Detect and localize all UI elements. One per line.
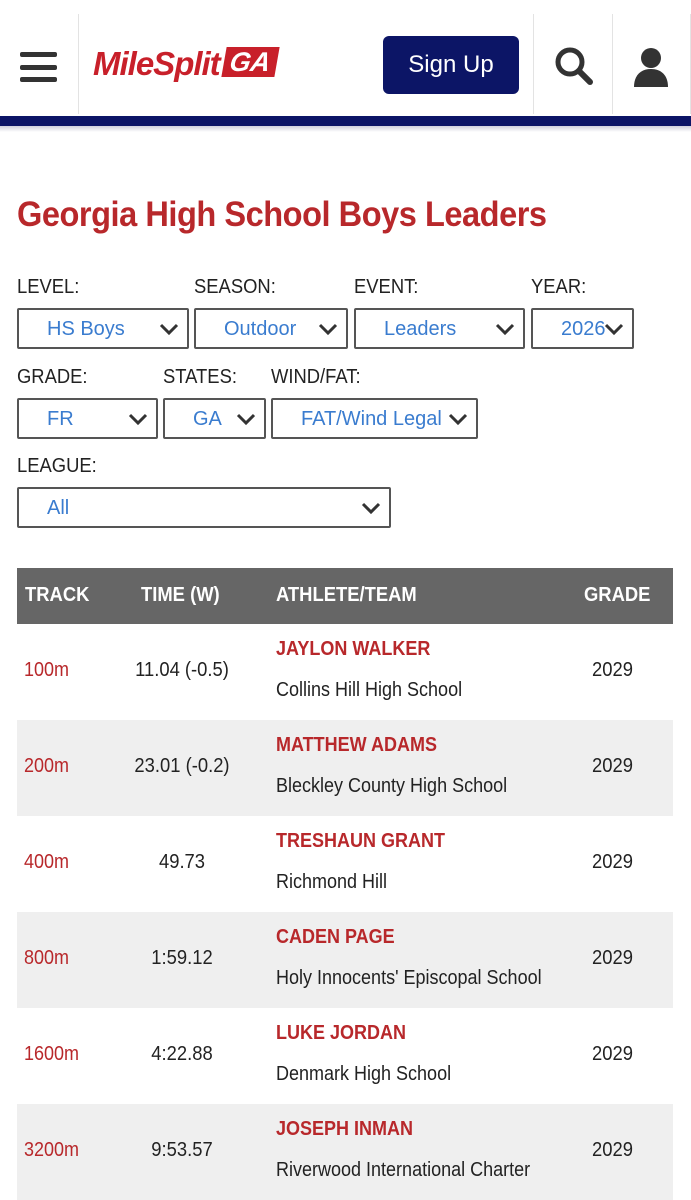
- event-link[interactable]: 100m: [24, 659, 69, 682]
- table-row: 1600m 4:22.88 LUKE JORDAN Denmark High S…: [17, 1008, 673, 1104]
- year-select[interactable]: 2026: [531, 308, 634, 349]
- header-shadow: [0, 126, 691, 132]
- hamburger-menu-icon[interactable]: [20, 52, 57, 82]
- athlete-link[interactable]: TRESHAUN GRANT: [276, 830, 445, 853]
- states-select[interactable]: GA: [163, 398, 266, 439]
- user-cell: [613, 14, 691, 114]
- grade-value: FR: [47, 408, 74, 430]
- states-value: GA: [193, 408, 222, 430]
- table-row: 800m 1:59.12 CADEN PAGE Holy Innocents' …: [17, 912, 673, 1008]
- level-label: LEVEL:: [17, 276, 80, 298]
- grade-value: 2029: [592, 755, 633, 777]
- states-label: STATES:: [163, 366, 237, 388]
- chevron-down-icon: [318, 323, 338, 336]
- grade-value: 2029: [592, 1043, 633, 1065]
- event-link[interactable]: 200m: [24, 755, 69, 778]
- wind-fat-label: WIND/FAT:: [271, 366, 361, 388]
- athlete-link[interactable]: LUKE JORDAN: [276, 1022, 406, 1045]
- athlete-link[interactable]: CADEN PAGE: [276, 926, 395, 949]
- chevron-down-icon: [159, 323, 179, 336]
- team-name[interactable]: Holy Innocents' Episcopal School: [276, 967, 542, 990]
- grade-value: 2029: [592, 1139, 633, 1161]
- search-cell: [533, 14, 613, 114]
- team-name[interactable]: Riverwood International Charter: [276, 1159, 530, 1182]
- grade-label: GRADE:: [17, 366, 88, 388]
- logo-text: MileSplit: [93, 45, 221, 82]
- time-value: 49.73: [158, 851, 206, 873]
- table-row: 3200m 9:53.57 JOSEPH INMAN Riverwood Int…: [17, 1104, 673, 1200]
- event-link[interactable]: 3200m: [24, 1139, 79, 1162]
- team-name[interactable]: Richmond Hill: [276, 871, 387, 894]
- page-title: Georgia High School Boys Leaders: [17, 195, 547, 234]
- chevron-down-icon: [361, 502, 381, 515]
- grade-value: 2029: [592, 947, 633, 969]
- league-label: LEAGUE:: [17, 455, 97, 477]
- column-header-athlete[interactable]: ATHLETE/TEAM: [276, 584, 417, 607]
- event-label: EVENT:: [354, 276, 419, 298]
- chevron-down-icon: [604, 323, 624, 336]
- search-icon[interactable]: [554, 46, 594, 86]
- chevron-down-icon: [128, 413, 148, 426]
- athlete-link[interactable]: MATTHEW ADAMS: [276, 734, 437, 757]
- time-value: 4:22.88: [151, 1043, 213, 1065]
- league-value: All: [47, 497, 70, 519]
- chevron-down-icon: [236, 413, 256, 426]
- team-name[interactable]: Collins Hill High School: [276, 679, 462, 702]
- table-row: 200m 23.01 (-0.2) MATTHEW ADAMS Bleckley…: [17, 720, 673, 816]
- column-header-time[interactable]: TIME (W): [141, 584, 220, 607]
- year-label: YEAR:: [531, 276, 587, 298]
- league-select[interactable]: All: [17, 487, 391, 528]
- header-accent-bar: [0, 116, 691, 126]
- chevron-down-icon: [448, 413, 468, 426]
- event-select[interactable]: Leaders: [354, 308, 525, 349]
- logo-state-badge: GA: [221, 47, 279, 77]
- site-header: MileSplit GA Sign Up: [0, 0, 691, 118]
- time-value: 9:53.57: [151, 1139, 213, 1161]
- grade-value: 2029: [592, 659, 633, 681]
- event-link[interactable]: 400m: [24, 851, 69, 874]
- team-name[interactable]: Bleckley County High School: [276, 775, 507, 798]
- season-label: SEASON:: [194, 276, 276, 298]
- column-header-grade[interactable]: GRADE: [584, 584, 650, 607]
- wind-fat-value: FAT/Wind Legal: [301, 408, 442, 430]
- menu-cell: [0, 14, 79, 114]
- event-link[interactable]: 800m: [24, 947, 69, 970]
- team-name[interactable]: Denmark High School: [276, 1063, 451, 1086]
- athlete-link[interactable]: JOSEPH INMAN: [276, 1118, 413, 1141]
- time-value: 11.04 (-0.5): [135, 659, 229, 681]
- column-header-track[interactable]: TRACK: [25, 584, 89, 607]
- chevron-down-icon: [495, 323, 515, 336]
- event-value: Leaders: [384, 318, 457, 340]
- year-value: 2026: [561, 318, 606, 340]
- user-account-icon[interactable]: [633, 46, 669, 88]
- table-row: 400m 49.73 TRESHAUN GRANT Richmond Hill …: [17, 816, 673, 912]
- time-value: 23.01 (-0.2): [134, 755, 230, 777]
- wind-fat-select[interactable]: FAT/Wind Legal: [271, 398, 478, 439]
- level-value: HS Boys: [47, 318, 125, 340]
- table-row: 100m 11.04 (-0.5) JAYLON WALKER Collins …: [17, 624, 673, 720]
- season-select[interactable]: Outdoor: [194, 308, 348, 349]
- milesplit-logo[interactable]: MileSplit GA: [93, 44, 305, 84]
- season-value: Outdoor: [224, 318, 297, 340]
- level-select[interactable]: HS Boys: [17, 308, 189, 349]
- time-value: 1:59.12: [151, 947, 213, 969]
- leaders-table: TRACK TIME (W) ATHLETE/TEAM GRADE 100m 1…: [17, 568, 673, 1200]
- athlete-link[interactable]: JAYLON WALKER: [276, 638, 430, 661]
- grade-select[interactable]: FR: [17, 398, 158, 439]
- sign-up-button[interactable]: Sign Up: [383, 36, 519, 94]
- table-header: TRACK TIME (W) ATHLETE/TEAM GRADE: [17, 568, 673, 624]
- grade-value: 2029: [592, 851, 633, 873]
- event-link[interactable]: 1600m: [24, 1043, 79, 1066]
